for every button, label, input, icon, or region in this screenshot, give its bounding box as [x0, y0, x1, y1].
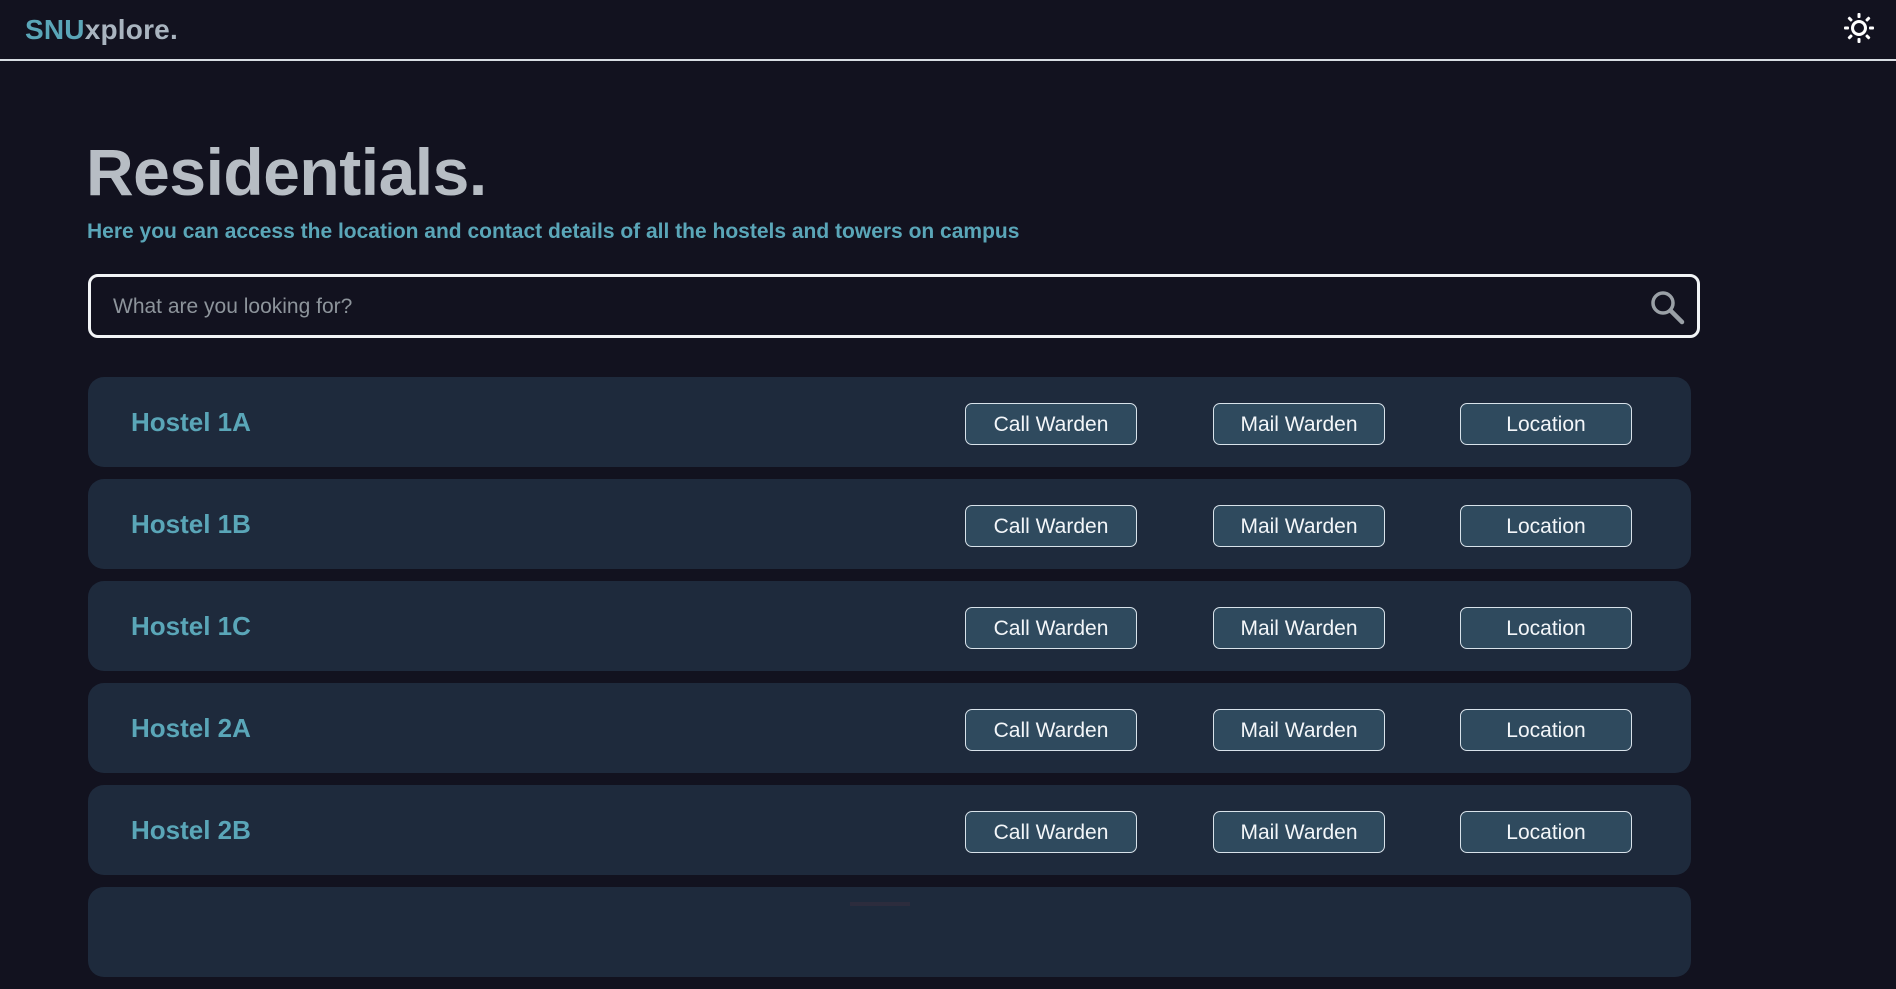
mail-warden-button[interactable]: Mail Warden — [1213, 607, 1385, 649]
call-warden-button[interactable]: Call Warden — [965, 607, 1137, 649]
page-subtitle: Here you can access the location and con… — [87, 220, 1020, 243]
search-bar — [88, 274, 1700, 338]
location-button[interactable]: Location — [1460, 403, 1632, 445]
page-title: Residentials. — [86, 135, 487, 209]
scroll-indicator — [850, 902, 910, 906]
hostel-card: Hostel 2B Call Warden Mail Warden Locati… — [88, 785, 1691, 875]
location-button[interactable]: Location — [1460, 505, 1632, 547]
hostel-card: Hostel 1C Call Warden Mail Warden Locati… — [88, 581, 1691, 671]
hostel-name: Hostel 1B — [131, 509, 251, 539]
sun-icon — [1844, 13, 1874, 43]
mail-warden-button[interactable]: Mail Warden — [1213, 811, 1385, 853]
hostel-card-partial — [88, 887, 1691, 977]
call-warden-button[interactable]: Call Warden — [965, 811, 1137, 853]
hostel-card: Hostel 2A Call Warden Mail Warden Locati… — [88, 683, 1691, 773]
theme-toggle-button[interactable] — [1840, 9, 1878, 47]
mail-warden-button[interactable]: Mail Warden — [1213, 505, 1385, 547]
search-icon[interactable] — [1649, 289, 1685, 325]
hostel-name: Hostel 1C — [131, 611, 251, 641]
brand-suffix: xplore. — [84, 14, 178, 45]
brand-prefix: SNU — [25, 14, 85, 45]
location-button[interactable]: Location — [1460, 607, 1632, 649]
hostel-card: Hostel 1B Call Warden Mail Warden Locati… — [88, 479, 1691, 569]
top-navbar: SNUxplore. — [0, 0, 1896, 61]
call-warden-button[interactable]: Call Warden — [965, 403, 1137, 445]
hostel-card: Hostel 1A Call Warden Mail Warden Locati… — [88, 377, 1691, 467]
hostel-name: Hostel 1A — [131, 407, 251, 437]
location-button[interactable]: Location — [1460, 709, 1632, 751]
brand-logo[interactable]: SNUxplore. — [25, 13, 178, 47]
mail-warden-button[interactable]: Mail Warden — [1213, 403, 1385, 445]
call-warden-button[interactable]: Call Warden — [965, 505, 1137, 547]
location-button[interactable]: Location — [1460, 811, 1632, 853]
hostel-list: Hostel 1A Call Warden Mail Warden Locati… — [88, 377, 1691, 989]
hostel-name: Hostel 2B — [131, 815, 251, 845]
call-warden-button[interactable]: Call Warden — [965, 709, 1137, 751]
search-input[interactable] — [111, 277, 1595, 337]
hostel-name: Hostel 2A — [131, 713, 251, 743]
mail-warden-button[interactable]: Mail Warden — [1213, 709, 1385, 751]
